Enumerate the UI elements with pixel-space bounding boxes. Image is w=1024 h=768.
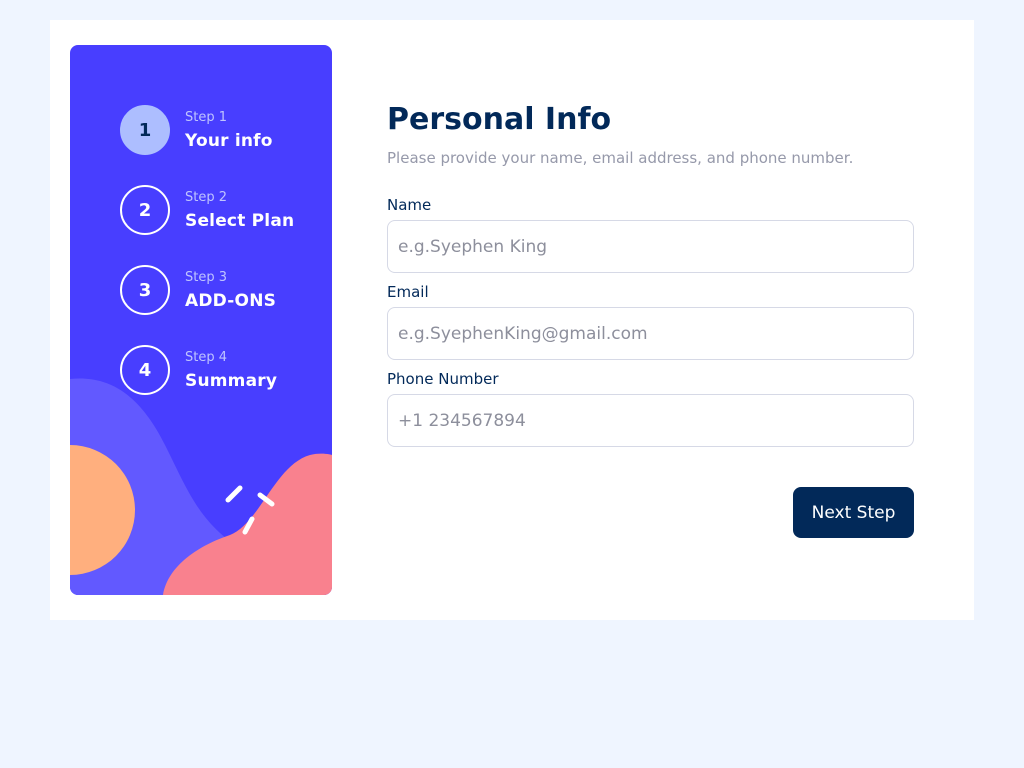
email-input[interactable]	[387, 307, 914, 360]
phone-label: Phone Number	[387, 370, 499, 388]
step-kicker: Step 2	[185, 189, 228, 205]
next-step-button[interactable]: Next Step	[793, 487, 914, 538]
step-title: Your info	[185, 130, 273, 151]
form-card: 1 Step 1 Your info 2 Step 2 Select Plan …	[50, 20, 974, 620]
step-number-badge: 3	[120, 265, 170, 315]
step-kicker: Step 3	[185, 269, 228, 285]
step-title: Summary	[185, 370, 278, 391]
step-kicker: Step 4	[185, 349, 228, 365]
email-label: Email	[387, 283, 429, 301]
step-item-summary[interactable]: 4 Step 4 Summary	[120, 345, 294, 395]
name-input[interactable]	[387, 220, 914, 273]
step-title: Select Plan	[185, 210, 295, 231]
steps-sidebar: 1 Step 1 Your info 2 Step 2 Select Plan …	[70, 45, 332, 595]
name-label: Name	[387, 196, 432, 214]
sparkle-line-1	[225, 485, 243, 503]
step-number-badge: 1	[120, 105, 170, 155]
step-number-badge: 2	[120, 185, 170, 235]
page-title: Personal Info	[387, 102, 612, 137]
page-subtitle: Please provide your name, email address,…	[387, 149, 854, 167]
step-item-your-info[interactable]: 1 Step 1 Your info	[120, 105, 294, 155]
step-number-badge: 4	[120, 345, 170, 395]
step-title: ADD-ONS	[185, 290, 277, 311]
step-kicker: Step 1	[185, 109, 228, 125]
step-item-add-ons[interactable]: 3 Step 3 ADD-ONS	[120, 265, 294, 315]
step-item-select-plan[interactable]: 2 Step 2 Select Plan	[120, 185, 294, 235]
phone-input[interactable]	[387, 394, 914, 447]
step-list: 1 Step 1 Your info 2 Step 2 Select Plan …	[120, 105, 294, 425]
